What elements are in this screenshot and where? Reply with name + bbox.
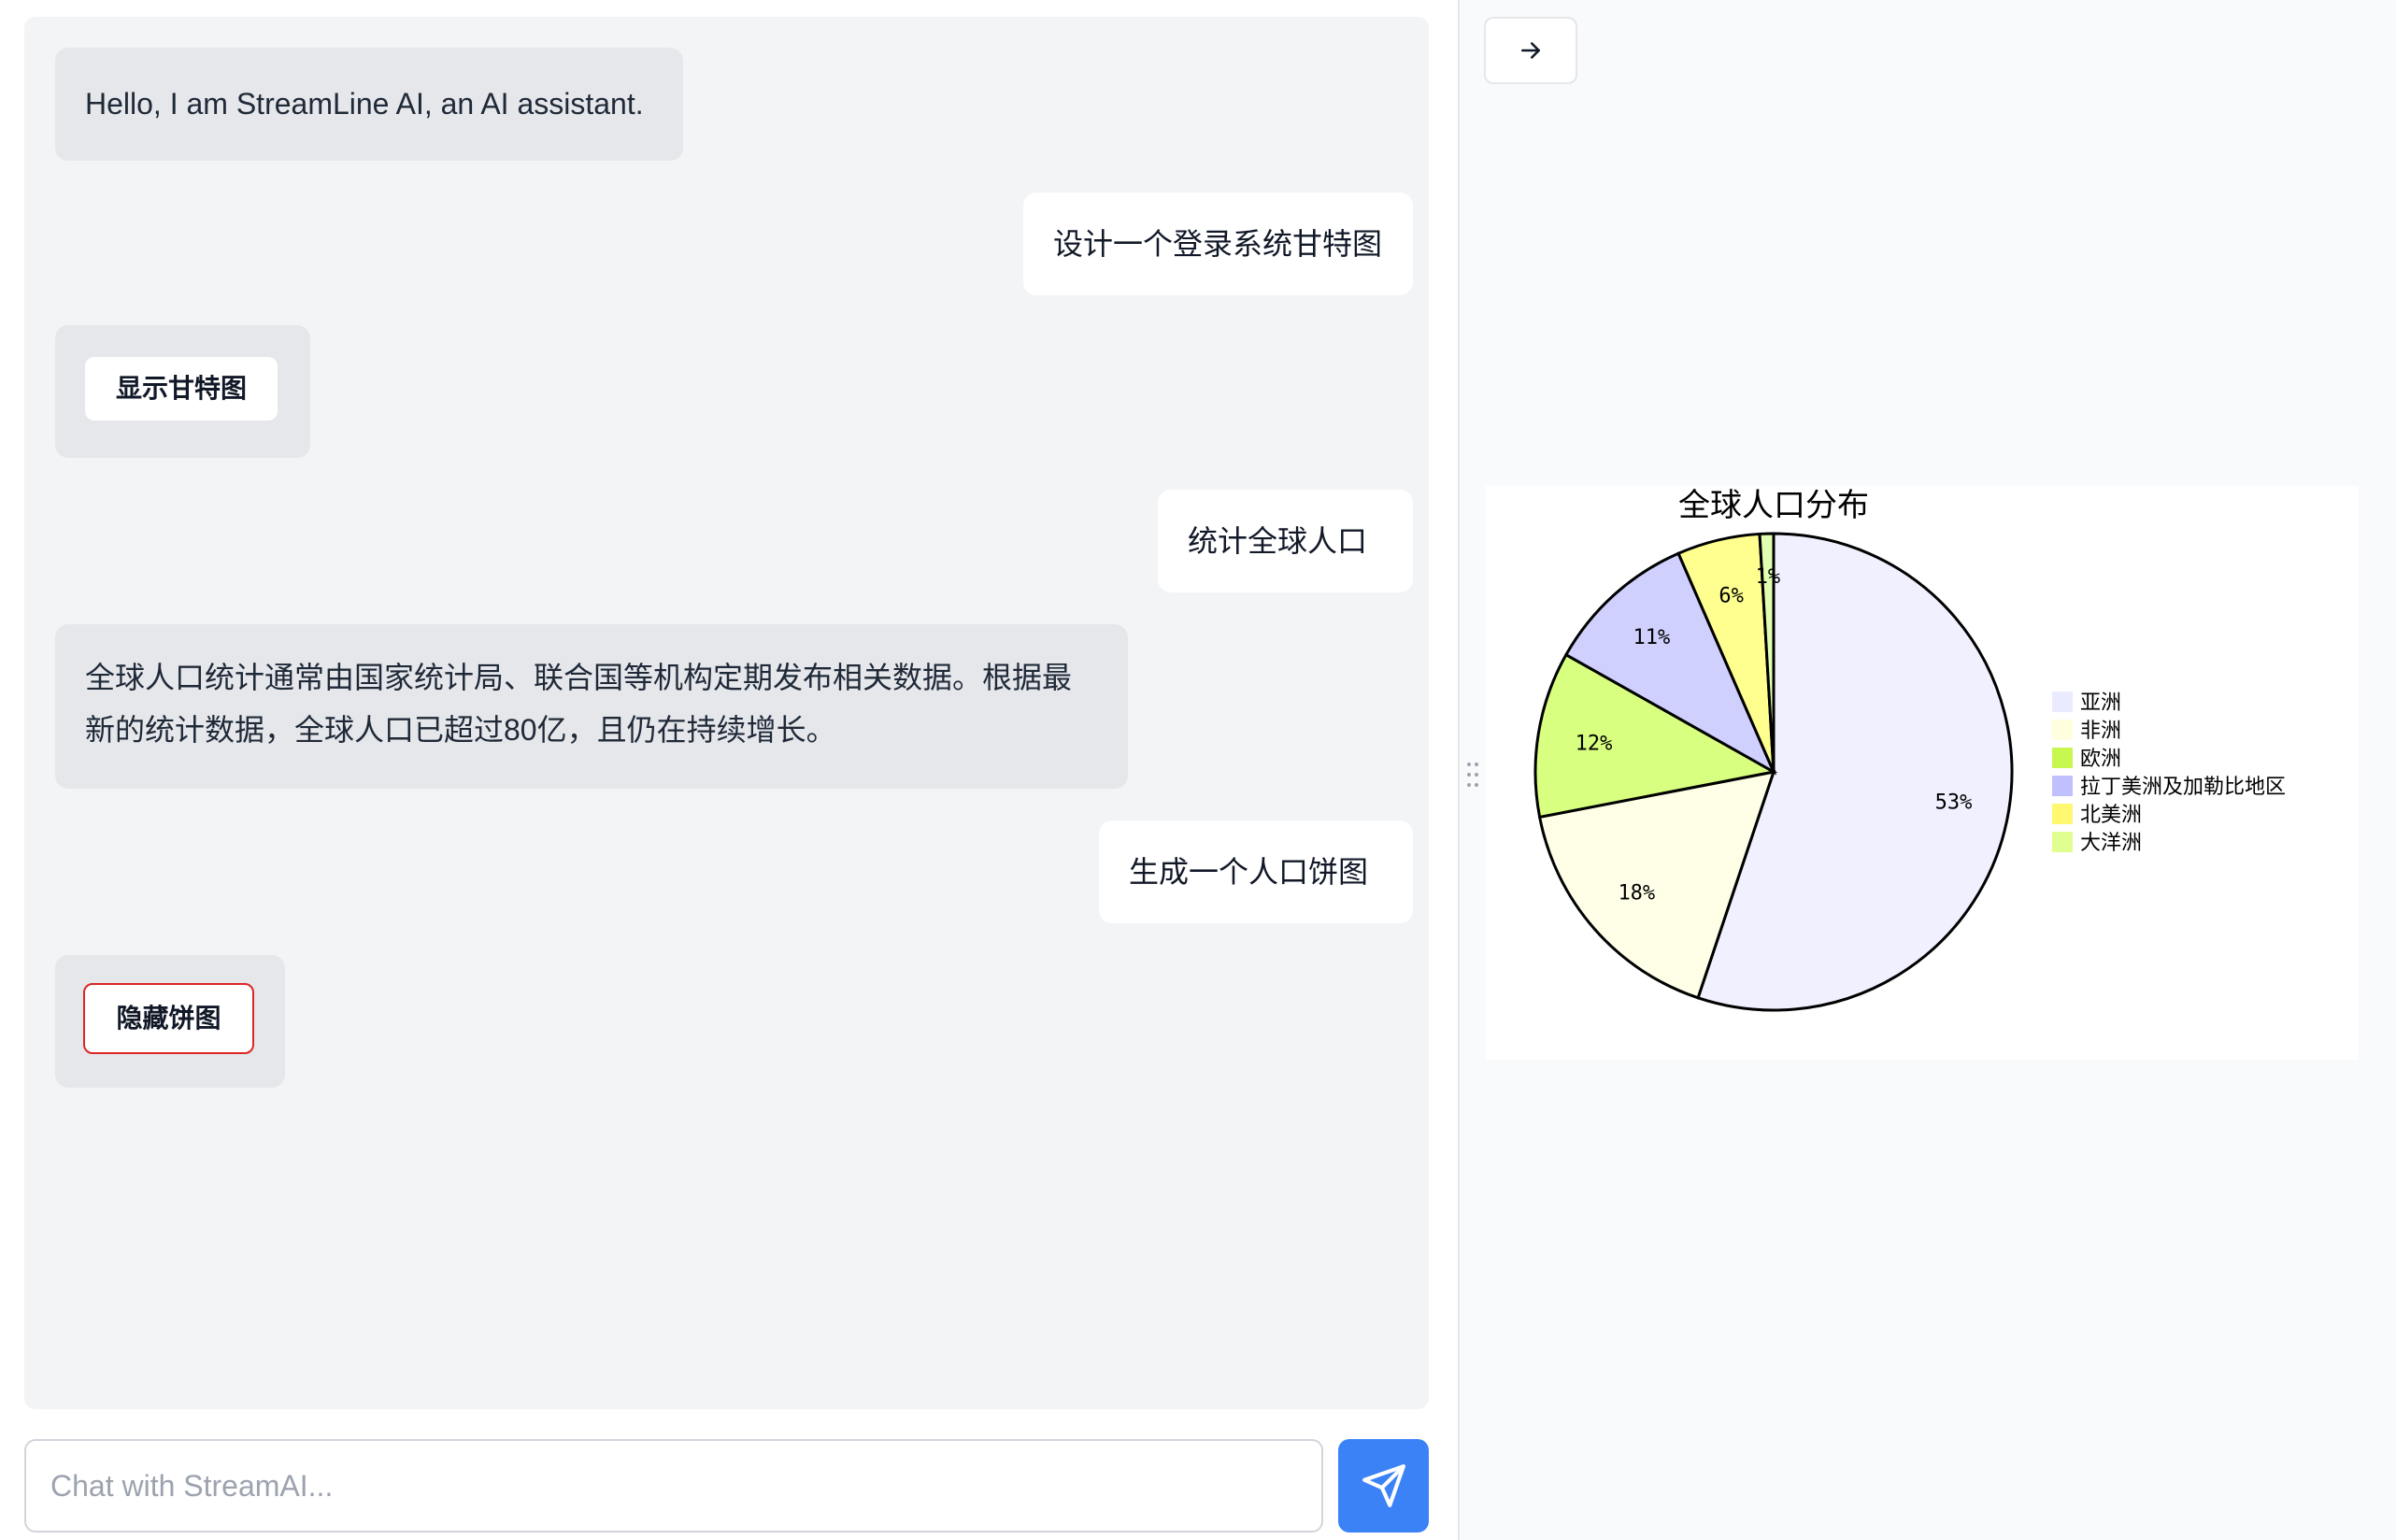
legend-swatch <box>2052 804 2073 824</box>
legend-swatch <box>2052 832 2073 852</box>
ai-message-text-line: 全球人口统计通常由国家统计局、联合国等机构定期发布相关数据。根据最 <box>85 661 1073 694</box>
legend-label: 非洲 <box>2080 720 2121 743</box>
legend-label: 北美洲 <box>2080 804 2142 827</box>
drag-handle-icon[interactable] <box>1466 761 1479 789</box>
slice-label: 6% <box>1719 584 1744 607</box>
arrow-right-icon <box>1521 42 1540 59</box>
app: Hello, I am StreamLine AI, an AI assista… <box>0 0 2396 1540</box>
ai-message: 隐藏饼图 <box>55 955 285 1088</box>
send-button[interactable] <box>1338 1439 1429 1533</box>
ai-message: Hello, I am StreamLine AI, an AI assista… <box>55 48 683 161</box>
show-gantt-button[interactable]: 显示甘特图 <box>85 357 278 421</box>
user-message-text: 生成一个人口饼图 <box>1129 855 1369 889</box>
chart-title: 全球人口分布 <box>1678 487 1869 524</box>
legend-swatch <box>2052 692 2073 712</box>
chat-panel: Hello, I am StreamLine AI, an AI assista… <box>24 17 1429 1409</box>
slice-label: 18% <box>1618 881 1655 905</box>
user-message: 统计全球人口 <box>1158 490 1413 592</box>
chat-input[interactable] <box>24 1439 1323 1533</box>
legend-swatch <box>2052 720 2073 740</box>
collapse-panel-button[interactable] <box>1484 17 1577 84</box>
user-message: 设计一个登录系统甘特图 <box>1023 192 1413 295</box>
slice-label: 11% <box>1633 626 1671 649</box>
panel-divider <box>1458 0 1460 1540</box>
pie-chart-container: 全球人口分布 53% 18% 12% 11% 6% 1% 亚洲非洲欧洲拉丁美洲及加勒比地区… <box>1486 486 2359 1060</box>
slice-label: 1% <box>1756 565 1781 589</box>
ai-message: 显示甘特图 <box>55 325 310 458</box>
legend-label: 欧洲 <box>2080 748 2121 771</box>
legend-label: 大洋洲 <box>2080 832 2142 855</box>
legend-label: 拉丁美洲及加勒比地区 <box>2080 776 2286 799</box>
send-icon <box>1362 1464 1405 1507</box>
ai-message-text: Hello, I am StreamLine AI, an AI assista… <box>85 87 644 121</box>
ai-message-text-line: 新的统计数据，全球人口已超过80亿，且仍在持续增长。 <box>85 713 836 747</box>
pie-chart: 全球人口分布 53% 18% 12% 11% 6% 1% 亚洲非洲欧洲拉丁美洲及加勒比地区… <box>1533 487 2286 1012</box>
user-message: 生成一个人口饼图 <box>1099 820 1413 923</box>
legend-swatch <box>2052 748 2073 768</box>
slice-label: 53% <box>1935 791 1973 814</box>
legend-label: 亚洲 <box>2080 692 2121 715</box>
hide-pie-button[interactable]: 隐藏饼图 <box>83 983 254 1054</box>
ai-message: 全球人口统计通常由国家统计局、联合国等机构定期发布相关数据。根据最 新的统计数据… <box>55 624 1128 789</box>
user-message-text: 统计全球人口 <box>1188 524 1368 558</box>
user-message-text: 设计一个登录系统甘特图 <box>1053 227 1383 261</box>
legend-swatch <box>2052 776 2073 796</box>
slice-label: 12% <box>1576 733 1613 756</box>
